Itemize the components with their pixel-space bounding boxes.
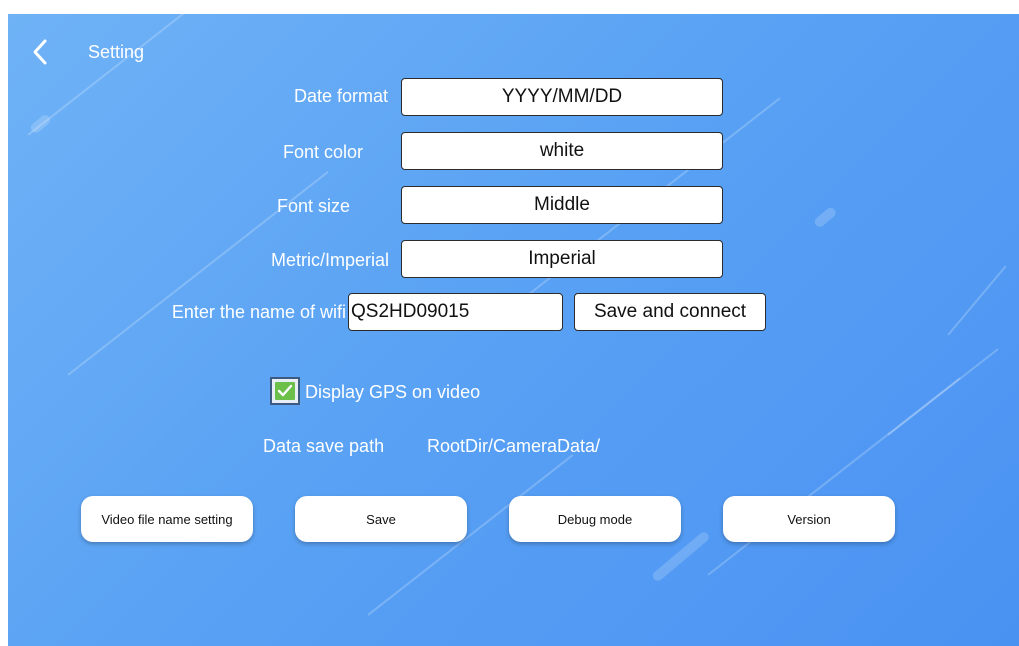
wifi-name-input[interactable]: QS2HD09015 xyxy=(348,293,563,331)
date-format-label: Date format xyxy=(293,86,388,106)
font-color-field[interactable]: white xyxy=(401,132,723,170)
units-value: Imperial xyxy=(528,248,596,269)
version-button[interactable]: Version xyxy=(723,496,895,542)
checkmark-icon xyxy=(275,382,295,400)
display-gps-label: Display GPS on video xyxy=(305,382,481,402)
date-format-field[interactable]: YYYY/MM/DD xyxy=(401,78,723,116)
save-button[interactable]: Save xyxy=(295,496,467,542)
decor-streak xyxy=(887,348,999,436)
page-title: Setting xyxy=(88,42,145,62)
data-save-path-label: Data save path xyxy=(263,436,385,456)
video-file-name-setting-button[interactable]: Video file name setting xyxy=(81,496,253,542)
date-format-value: YYYY/MM/DD xyxy=(501,86,623,107)
display-gps-checkbox[interactable] xyxy=(270,377,300,405)
decor-streak xyxy=(947,265,1007,336)
font-size-label: Font size xyxy=(276,196,350,216)
save-and-connect-button[interactable]: Save and connect xyxy=(574,293,766,331)
video-file-name-setting-label: Video file name setting xyxy=(101,511,233,527)
data-save-path-value: RootDir/CameraData/ xyxy=(427,436,601,456)
settings-screen: Setting Date format YYYY/MM/DD Font colo… xyxy=(8,14,1019,646)
font-color-label: Font color xyxy=(282,142,363,162)
save-and-connect-label: Save and connect xyxy=(593,301,747,322)
wifi-label: Enter the name of wifi xyxy=(171,302,346,322)
decor-streak xyxy=(28,113,53,135)
font-size-field[interactable]: Middle xyxy=(401,186,723,224)
units-label: Metric/Imperial xyxy=(270,250,389,270)
units-field[interactable]: Imperial xyxy=(401,240,723,278)
debug-mode-button[interactable]: Debug mode xyxy=(509,496,681,542)
debug-mode-label: Debug mode xyxy=(557,511,633,527)
wifi-name-value: QS2HD09015 xyxy=(351,301,470,322)
font-size-value: Middle xyxy=(534,194,590,215)
save-button-label: Save xyxy=(366,511,396,527)
decor-streak xyxy=(27,14,202,136)
font-color-value: white xyxy=(539,140,585,161)
decor-streak xyxy=(812,205,838,229)
version-label: Version xyxy=(787,511,831,527)
chevron-left-icon[interactable] xyxy=(30,38,50,66)
